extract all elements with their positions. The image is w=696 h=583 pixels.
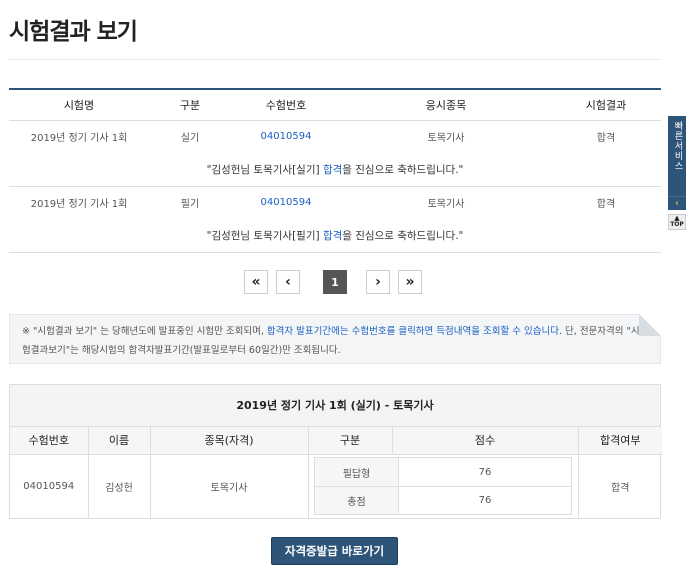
col-name: 이름	[88, 427, 151, 455]
page-1-button[interactable]: 1	[323, 270, 347, 294]
chevron-left-icon[interactable]: ‹	[668, 196, 686, 210]
page-title: 시험결과 보기	[9, 19, 138, 45]
last-page-button[interactable]: »	[398, 270, 422, 294]
next-page-button[interactable]: ›	[366, 270, 390, 294]
exam-type: 필기	[180, 199, 200, 211]
first-page-button[interactable]: «	[244, 270, 268, 294]
exam-field: 토목기사	[427, 133, 465, 145]
col-field: 응시종목	[341, 90, 551, 121]
results-header-row: 시험명 구분 수험번호 응시종목 시험결과	[9, 90, 661, 121]
notice-text: ※ "시험결과 보기" 는 당해년도에 발표중인 시험만 조회되며,	[22, 326, 267, 337]
detail-header-row: 수험번호 이름 종목(자격) 구분 점수 합격여부	[10, 427, 662, 455]
top-label: TOP	[670, 221, 684, 228]
score-cell: 필답형 76 총점 76	[308, 454, 579, 518]
congrats-message: "김성헌님 토목기사[실기] 합격을 진심으로 축하드립니다."	[9, 153, 661, 187]
detail-result: 합격	[611, 482, 630, 494]
col-exam-number: 수험번호	[10, 427, 89, 455]
score-label: 필답형	[315, 458, 399, 487]
exam-type: 실기	[180, 133, 200, 145]
exam-number-link[interactable]: 04010594	[261, 197, 312, 208]
exam-name: 2019년 정기 기사 1회	[30, 199, 128, 211]
detail-name: 김성헌	[88, 454, 151, 518]
detail-exam-number: 04010594	[10, 454, 89, 518]
col-exam-number: 수험번호	[231, 90, 341, 121]
score-value: 76	[478, 466, 492, 478]
page-fold-icon	[639, 314, 661, 336]
col-exam-name: 시험명	[9, 90, 149, 121]
pagination: « ‹ 1 › »	[0, 270, 670, 294]
results-table: 시험명 구분 수험번호 응시종목 시험결과 2019년 정기 기사 1회 실기 …	[9, 88, 661, 253]
prev-page-button[interactable]: ‹	[276, 270, 300, 294]
exam-result: 합격	[596, 199, 616, 211]
score-breakdown: 필답형 76 총점 76	[314, 457, 572, 516]
table-row: 2019년 정기 기사 1회 실기 04010594 토목기사 합격	[9, 120, 661, 153]
scroll-top-button[interactable]: ▲ TOP	[668, 214, 686, 230]
title-divider	[9, 59, 661, 60]
detail-title: 2019년 정기 기사 1회 (실기) - 토목기사	[10, 385, 660, 427]
score-row: 총점 76	[315, 486, 571, 515]
exam-result: 합격	[596, 133, 616, 145]
col-category: 구분	[308, 427, 393, 455]
score-label: 총점	[315, 487, 399, 515]
notice-box: ※ "시험결과 보기" 는 당해년도에 발표중인 시험만 조회되며, 합격자 발…	[9, 314, 661, 364]
exam-name: 2019년 정기 기사 1회	[30, 133, 128, 145]
congrats-row: "김성헌님 토목기사[필기] 합격을 진심으로 축하드립니다."	[9, 219, 661, 253]
quick-service-tab[interactable]: 빠른서비스	[668, 116, 686, 196]
col-score: 점수	[392, 427, 579, 455]
exam-field: 토목기사	[427, 199, 465, 211]
exam-number-link[interactable]: 04010594	[261, 131, 312, 142]
col-result: 시험결과	[551, 90, 661, 121]
congrats-row: "김성헌님 토목기사[실기] 합격을 진심으로 축하드립니다."	[9, 153, 661, 187]
congrats-message: "김성헌님 토목기사[필기] 합격을 진심으로 축하드립니다."	[9, 219, 661, 253]
pass-highlight: 합격	[322, 229, 343, 242]
col-qualification: 종목(자격)	[150, 427, 309, 455]
col-pass: 합격여부	[578, 427, 662, 455]
col-type: 구분	[149, 90, 231, 121]
certificate-issue-button[interactable]: 자격증발급 바로가기	[271, 537, 398, 565]
quick-service-label: 빠른서비스	[672, 121, 683, 171]
notice-highlight: 합격자 발표기간에는 수험번호를 클릭하면 득점내역을 조회할 수 있습니다.	[266, 326, 563, 337]
score-value: 76	[478, 495, 492, 507]
score-detail-panel: 2019년 정기 기사 1회 (실기) - 토목기사 수험번호 이름 종목(자격…	[9, 384, 662, 519]
quick-service-panel: 빠른서비스 ‹ ▲ TOP	[668, 116, 686, 230]
table-row: 2019년 정기 기사 1회 필기 04010594 토목기사 합격	[9, 186, 661, 219]
pass-highlight: 합격	[322, 163, 343, 176]
detail-field: 토목기사	[150, 454, 309, 518]
detail-row: 04010594 김성헌 토목기사 필답형 76 총점 76 합격	[10, 454, 662, 518]
score-row: 필답형 76	[315, 458, 571, 487]
